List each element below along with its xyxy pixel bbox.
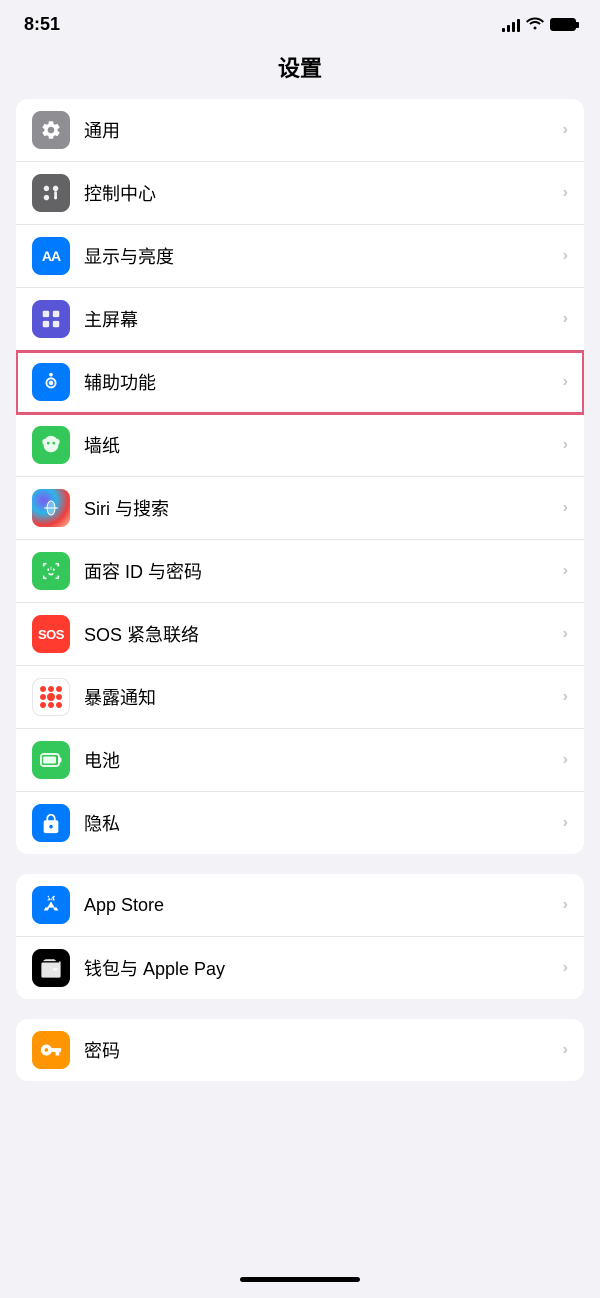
faceid-icon <box>32 552 70 590</box>
appstore-label: App Store <box>84 895 563 916</box>
general-chevron: › <box>563 121 568 139</box>
settings-row-accessibility[interactable]: 辅助功能 › <box>16 351 584 414</box>
control-chevron: › <box>563 184 568 202</box>
display-icon: AA <box>32 237 70 275</box>
settings-row-control[interactable]: 控制中心 › <box>16 162 584 225</box>
settings-section-store: App Store › 钱包与 Apple Pay › <box>16 874 584 999</box>
battery-label: 电池 <box>84 747 563 773</box>
homescreen-label: 主屏幕 <box>84 306 563 332</box>
general-icon <box>32 111 70 149</box>
settings-row-wallet[interactable]: 钱包与 Apple Pay › <box>16 937 584 999</box>
settings-row-wallpaper[interactable]: 墙纸 › <box>16 414 584 477</box>
settings-row-exposure[interactable]: 暴露通知 › <box>16 666 584 729</box>
settings-row-privacy[interactable]: 隐私 › <box>16 792 584 854</box>
settings-section-passwords: 密码 › <box>16 1019 584 1081</box>
settings-row-homescreen[interactable]: 主屏幕 › <box>16 288 584 351</box>
status-time: 8:51 <box>24 14 60 35</box>
home-indicator <box>240 1277 360 1282</box>
control-label: 控制中心 <box>84 180 563 206</box>
exposure-label: 暴露通知 <box>84 684 563 710</box>
homescreen-icon <box>32 300 70 338</box>
exposure-chevron: › <box>563 688 568 706</box>
homescreen-chevron: › <box>563 310 568 328</box>
wallpaper-chevron: › <box>563 436 568 454</box>
battery-chevron: › <box>563 751 568 769</box>
privacy-chevron: › <box>563 814 568 832</box>
accessibility-chevron: › <box>563 373 568 391</box>
settings-row-sos[interactable]: SOS SOS 紧急联络 › <box>16 603 584 666</box>
appstore-icon <box>32 886 70 924</box>
display-chevron: › <box>563 247 568 265</box>
wifi-icon <box>526 16 544 33</box>
passwords-icon <box>32 1031 70 1069</box>
status-bar: 8:51 <box>0 0 600 41</box>
sos-label: SOS 紧急联络 <box>84 621 563 647</box>
accessibility-label: 辅助功能 <box>84 369 563 395</box>
sos-icon: SOS <box>32 615 70 653</box>
siri-chevron: › <box>563 499 568 517</box>
page-title: 设置 <box>0 41 600 99</box>
wallpaper-icon <box>32 426 70 464</box>
appstore-chevron: › <box>563 896 568 914</box>
settings-row-appstore[interactable]: App Store › <box>16 874 584 937</box>
settings-row-general[interactable]: 通用 › <box>16 99 584 162</box>
settings-row-siri[interactable]: Siri 与搜索 › <box>16 477 584 540</box>
privacy-label: 隐私 <box>84 810 563 836</box>
status-icons <box>502 16 576 33</box>
siri-label: Siri 与搜索 <box>84 495 563 521</box>
passwords-label: 密码 <box>84 1037 563 1063</box>
settings-row-faceid[interactable]: 面容 ID 与密码 › <box>16 540 584 603</box>
wallpaper-label: 墙纸 <box>84 432 563 458</box>
siri-icon <box>32 489 70 527</box>
exposure-icon <box>32 678 70 716</box>
home-indicator-area <box>0 1269 600 1298</box>
passwords-chevron: › <box>563 1041 568 1059</box>
settings-row-battery[interactable]: 电池 › <box>16 729 584 792</box>
control-icon <box>32 174 70 212</box>
settings-row-passwords[interactable]: 密码 › <box>16 1019 584 1081</box>
display-label: 显示与亮度 <box>84 243 563 269</box>
sos-chevron: › <box>563 625 568 643</box>
wallet-label: 钱包与 Apple Pay <box>84 955 563 981</box>
general-label: 通用 <box>84 117 563 143</box>
faceid-chevron: › <box>563 562 568 580</box>
wallet-icon <box>32 949 70 987</box>
battery-icon-row <box>32 741 70 779</box>
faceid-label: 面容 ID 与密码 <box>84 558 563 584</box>
wallet-chevron: › <box>563 959 568 977</box>
signal-icon <box>502 18 520 32</box>
settings-row-display[interactable]: AA 显示与亮度 › <box>16 225 584 288</box>
battery-icon <box>550 18 576 31</box>
accessibility-icon <box>32 363 70 401</box>
settings-section-main: 通用 › 控制中心 › AA 显示与亮度 › <box>16 99 584 854</box>
privacy-icon <box>32 804 70 842</box>
